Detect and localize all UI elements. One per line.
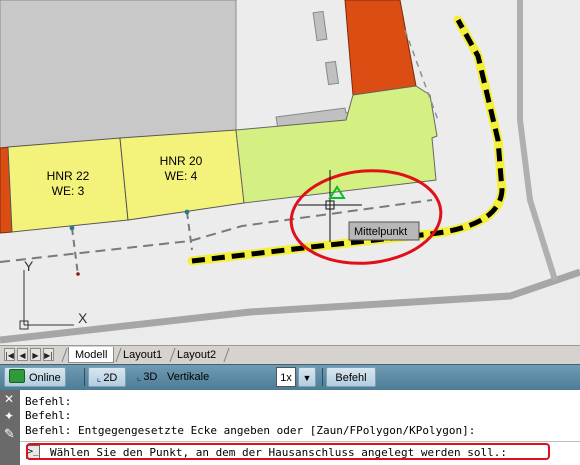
tab-prev-button[interactable]: ◀ — [17, 348, 28, 361]
settings-icon[interactable]: ✦ — [4, 409, 14, 423]
parcel-hnr22-we: WE: 3 — [52, 184, 85, 198]
command-prompt: Wählen Sie den Punkt, an dem der Hausans… — [50, 446, 507, 459]
online-label: Online — [29, 372, 61, 384]
parcel-hnr20-we: WE: 4 — [165, 169, 198, 183]
view-3d-button[interactable]: ⌞ 3D — [130, 367, 164, 387]
parcel-hnr20-label: HNR 20 — [160, 154, 203, 168]
command-history-line: Befehl: Entgegengesetzte Ecke angeben od… — [25, 424, 476, 437]
tab-layout1[interactable]: Layout1 — [117, 347, 168, 363]
tab-divider — [223, 348, 230, 362]
command-window-sidebar: ✕ ✦ ✎ — [0, 390, 20, 465]
node-2 — [184, 209, 190, 215]
ucs-y-label: Y — [24, 258, 34, 274]
view-3d-label: 3D — [143, 371, 158, 383]
tab-modell[interactable]: Modell — [68, 347, 115, 363]
online-button[interactable]: Online — [4, 367, 66, 387]
wrench-icon[interactable]: ✎ — [4, 427, 15, 442]
ucs-x-label: X — [78, 310, 88, 326]
status-bar: Online ⌞2D ⌞3D Vertikale Überhöhung: 1x … — [0, 364, 580, 403]
elevation-label: Vertikale Überhöhung: — [167, 371, 231, 403]
elevation-select[interactable]: 1x — [276, 367, 296, 387]
tab-next-button[interactable]: ▶ — [30, 348, 41, 361]
command-history-line: Befehl: — [25, 409, 72, 422]
tab-first-button[interactable]: |◀ — [4, 348, 15, 361]
status-divider — [84, 368, 85, 386]
tab-layout2[interactable]: Layout2 — [171, 347, 222, 363]
command-window: ✕ ✦ ✎ Befehl: Befehl: Befehl: Entgegenge… — [0, 390, 580, 465]
command-button[interactable]: Befehl — [326, 367, 376, 387]
close-icon[interactable]: ✕ — [4, 392, 14, 406]
node-1 — [69, 225, 75, 231]
snap-tooltip-text: Mittelpunkt — [354, 226, 407, 238]
tab-last-button[interactable]: ▶| — [43, 348, 54, 361]
chevron-down-icon: ▼ — [302, 373, 312, 383]
axis-2d-icon: ⌞ — [96, 373, 102, 384]
view-2d-label: 2D — [103, 372, 118, 384]
parcel-hnr22-label: HNR 22 — [47, 169, 90, 183]
axis-3d-icon: ⌞ — [136, 372, 142, 383]
tab-divider — [61, 348, 68, 362]
node-3 — [76, 272, 80, 276]
status-divider — [322, 368, 323, 386]
view-2d-button[interactable]: ⌞ 2D — [88, 367, 126, 387]
command-history-line: Befehl: — [25, 395, 72, 408]
online-icon — [9, 369, 25, 383]
drawing-canvas[interactable]: Mittelpunkt HNR 22 WE: 3 HNR 20 WE: 4 Y … — [0, 0, 580, 345]
drawing-svg[interactable]: Mittelpunkt HNR 22 WE: 3 HNR 20 WE: 4 Y … — [0, 0, 580, 345]
elevation-dropdown-button[interactable]: ▼ — [298, 367, 316, 387]
building-gray-large — [0, 0, 237, 149]
layout-tab-bar: |◀ ◀ ▶ ▶| Modell Layout1 Layout2 — [0, 345, 580, 364]
